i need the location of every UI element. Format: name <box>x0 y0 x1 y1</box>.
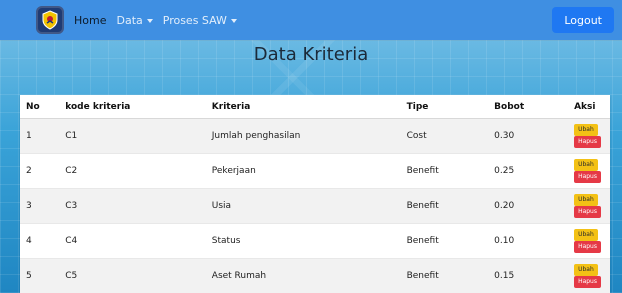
cell-kode: C5 <box>59 258 206 293</box>
nav-home-link[interactable]: Home <box>74 14 106 27</box>
col-kode-header: kode kriteria <box>59 95 206 119</box>
table-row: 1 C1 Jumlah penghasilan Cost 0.30 Ubah H… <box>20 118 610 154</box>
col-aksi-header: Aksi <box>568 95 610 119</box>
hapus-button[interactable]: Hapus <box>574 136 601 148</box>
ubah-button[interactable]: Ubah <box>574 229 598 241</box>
cell-no: 5 <box>20 258 60 293</box>
cell-tipe: Cost <box>400 118 489 154</box>
table-row: 5 C5 Aset Rumah Benefit 0.15 Ubah Hapus <box>20 258 610 293</box>
nav-home-label: Home <box>74 13 107 27</box>
table-header-row: No kode kriteria Kriteria Tipe Bobot Aks… <box>20 95 610 119</box>
caret-down-icon <box>146 18 153 23</box>
cell-tipe: Benefit <box>400 188 489 224</box>
cell-no: 2 <box>20 153 60 189</box>
cell-aksi: Ubah Hapus <box>568 188 610 224</box>
col-no-header: No <box>20 95 60 119</box>
shield-emblem-icon[interactable] <box>36 6 64 34</box>
cell-aksi: Ubah Hapus <box>568 153 610 189</box>
cell-kode: C3 <box>59 188 206 224</box>
hapus-button[interactable]: Hapus <box>574 171 601 183</box>
cell-no: 4 <box>20 223 60 259</box>
cell-no: 1 <box>20 118 60 154</box>
col-kriteria-header: Kriteria <box>205 95 401 119</box>
hapus-button[interactable]: Hapus <box>574 241 601 253</box>
table-row: 2 C2 Pekerjaan Benefit 0.25 Ubah Hapus <box>20 153 610 189</box>
cell-bobot: 0.30 <box>488 118 569 154</box>
page-title: Data Kriteria <box>253 44 369 65</box>
table-row: 3 C3 Usia Benefit 0.20 Ubah Hapus <box>20 188 610 224</box>
col-tipe-header: Tipe <box>400 95 489 119</box>
cell-kriteria: Pekerjaan <box>205 153 401 189</box>
logout-button[interactable]: Logout <box>552 7 614 33</box>
cell-kriteria: Status <box>205 223 401 259</box>
ubah-button[interactable]: Ubah <box>574 194 598 206</box>
cell-no: 3 <box>20 188 60 224</box>
top-navbar: Home Data Proses SAW Logout <box>0 0 622 40</box>
logout-label: Logout <box>564 13 602 27</box>
cell-kriteria: Jumlah penghasilan <box>205 118 401 154</box>
nav-proses-saw-label: Proses SAW <box>162 13 227 27</box>
cell-kriteria: Usia <box>205 188 401 224</box>
cell-tipe: Benefit <box>400 153 489 189</box>
caret-down-icon <box>230 18 237 23</box>
nav-data-label: Data <box>116 13 143 27</box>
ubah-button[interactable]: Ubah <box>574 124 598 136</box>
cell-bobot: 0.10 <box>488 223 569 259</box>
table-row: 4 C4 Status Benefit 0.10 Ubah Hapus <box>20 223 610 259</box>
hapus-button[interactable]: Hapus <box>574 276 601 288</box>
criteria-table-card: No kode kriteria Kriteria Tipe Bobot Aks… <box>20 95 610 293</box>
cell-bobot: 0.20 <box>488 188 569 224</box>
ubah-button[interactable]: Ubah <box>574 159 598 171</box>
cell-bobot: 0.15 <box>488 258 569 293</box>
criteria-table: No kode kriteria Kriteria Tipe Bobot Aks… <box>20 95 610 293</box>
hapus-button[interactable]: Hapus <box>574 206 601 218</box>
ubah-button[interactable]: Ubah <box>574 264 598 276</box>
cell-tipe: Benefit <box>400 258 489 293</box>
nav-data-dropdown[interactable]: Data <box>116 13 153 27</box>
nav-proses-saw-dropdown[interactable]: Proses SAW <box>163 14 237 27</box>
cell-kode: C4 <box>59 223 206 259</box>
cell-tipe: Benefit <box>400 223 489 259</box>
col-bobot-header: Bobot <box>488 95 569 119</box>
cell-aksi: Ubah Hapus <box>568 223 610 259</box>
cell-bobot: 0.25 <box>488 153 569 189</box>
cell-aksi: Ubah Hapus <box>568 118 610 154</box>
cell-kode: C2 <box>59 153 206 189</box>
cell-kode: C1 <box>59 118 206 154</box>
cell-kriteria: Aset Rumah <box>205 258 401 293</box>
cell-aksi: Ubah Hapus <box>568 258 610 293</box>
